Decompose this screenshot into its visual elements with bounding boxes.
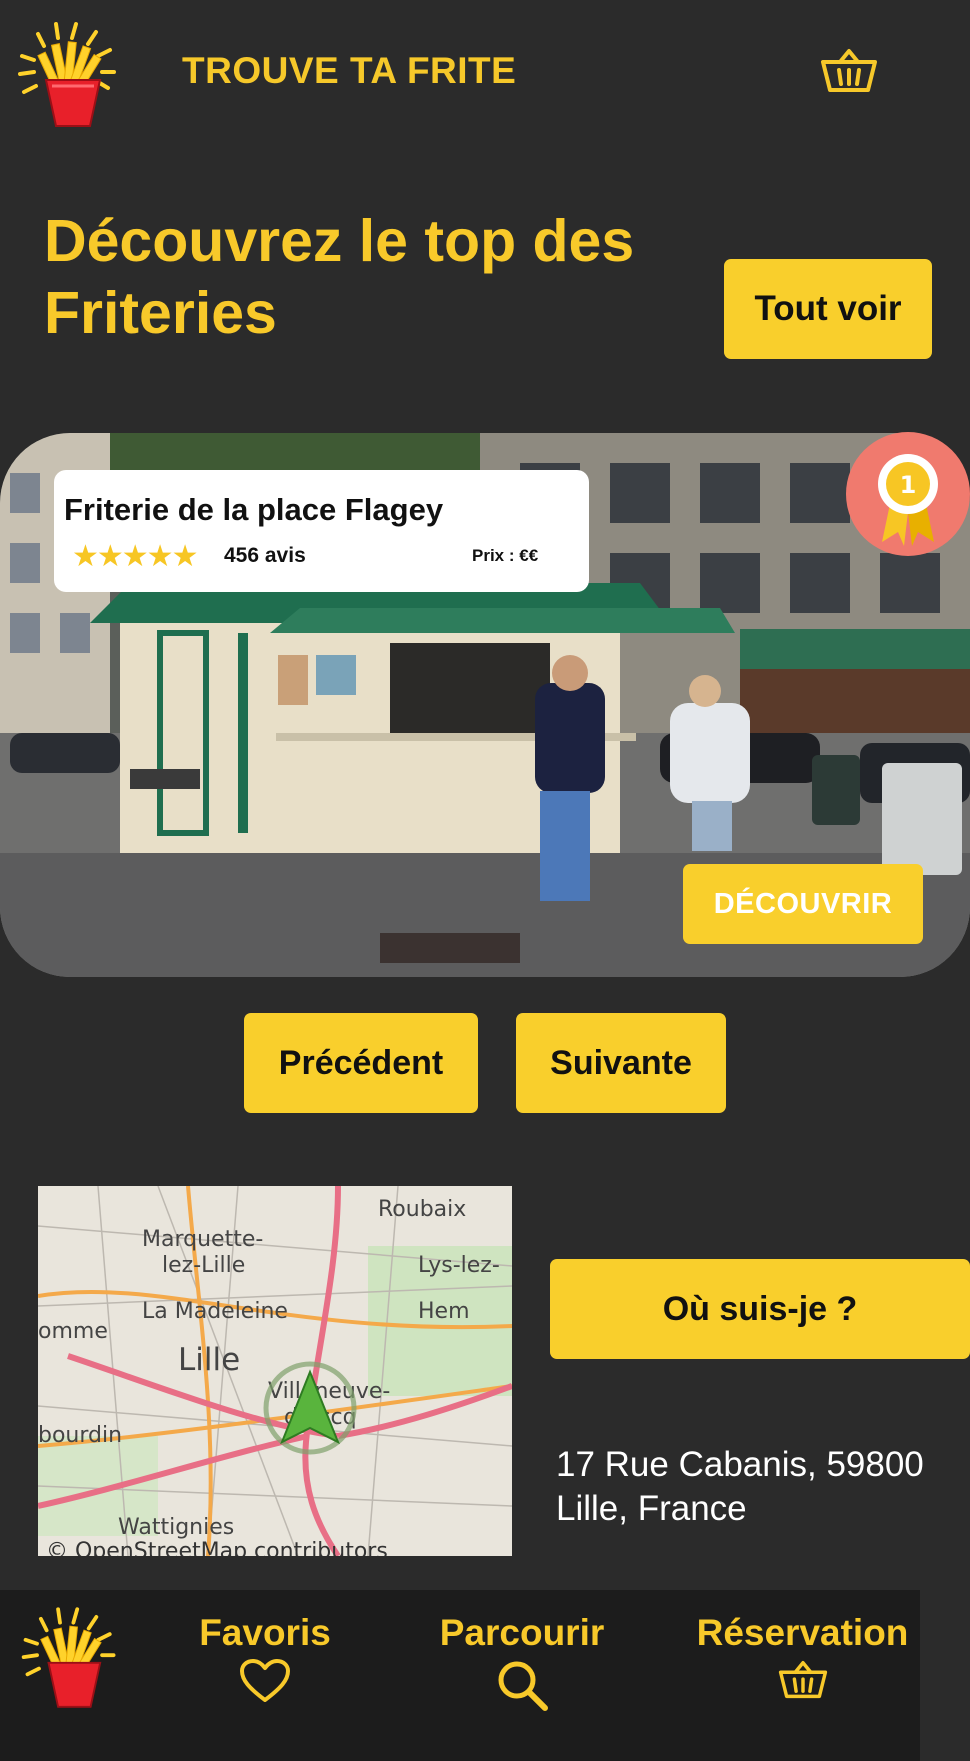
svg-text:Villeneuve-: Villeneuve-	[268, 1379, 390, 1404]
svg-text:bourdin: bourdin	[38, 1423, 122, 1448]
svg-text:lez-Lille: lez-Lille	[162, 1253, 245, 1278]
app-logo[interactable]	[12, 16, 127, 136]
friterie-info-card[interactable]: Friterie de la place Flagey ★★★★★ 456 av…	[54, 470, 589, 592]
svg-text:Lys-lez-: Lys-lez-	[418, 1253, 500, 1278]
award-badge: 1	[846, 432, 970, 556]
app-title: TROUVE TA FRITE	[182, 50, 517, 91]
next-button[interactable]: Suivante	[516, 1013, 726, 1113]
svg-text:Wattignies: Wattignies	[118, 1515, 234, 1540]
location-map[interactable]: Roubaix Marquette- lez-Lille Lys-lez- La…	[38, 1186, 512, 1556]
nav-favorites-label: Favoris	[199, 1612, 331, 1653]
price-level: Prix : €€	[472, 546, 539, 565]
svg-text:1: 1	[900, 471, 917, 499]
where-am-i-button[interactable]: Où suis-je ?	[550, 1259, 970, 1359]
heart-icon	[240, 1659, 290, 1702]
fries-icon	[18, 22, 116, 127]
nav-browse-label: Parcourir	[439, 1612, 605, 1653]
medal-icon: 1	[878, 454, 938, 546]
svg-text:La Madeleine: La Madeleine	[142, 1299, 288, 1324]
svg-text:© OpenStreetMap contributors: © OpenStreetMap contributors	[46, 1539, 388, 1556]
nav-reservation[interactable]: Réservation	[690, 1612, 915, 1702]
nav-favorites[interactable]: Favoris	[190, 1612, 340, 1704]
svg-text:Hem: Hem	[418, 1299, 470, 1324]
svg-text:Roubaix: Roubaix	[378, 1197, 466, 1222]
star-rating: ★★★★★	[72, 540, 198, 573]
svg-text:Lille: Lille	[178, 1342, 240, 1378]
basket-icon[interactable]	[820, 46, 878, 96]
svg-text:omme: omme	[38, 1319, 108, 1344]
current-address: 17 Rue Cabanis, 59800 Lille, France	[556, 1445, 924, 1528]
basket-icon	[778, 1661, 827, 1699]
see-all-button[interactable]: Tout voir	[724, 259, 932, 359]
nav-browse[interactable]: Parcourir	[432, 1612, 612, 1712]
previous-button[interactable]: Précédent	[244, 1013, 478, 1113]
nav-reservation-label: Réservation	[696, 1612, 909, 1653]
page-title: Découvrez le top des Friteries	[44, 208, 635, 346]
review-count: 456 avis	[224, 544, 306, 567]
friterie-name: Friterie de la place Flagey	[64, 492, 444, 527]
discover-button[interactable]: DÉCOUVRIR	[683, 864, 923, 944]
search-icon	[498, 1661, 548, 1711]
svg-text:Marquette-: Marquette-	[142, 1227, 263, 1252]
home-fries-icon[interactable]	[16, 1600, 126, 1718]
